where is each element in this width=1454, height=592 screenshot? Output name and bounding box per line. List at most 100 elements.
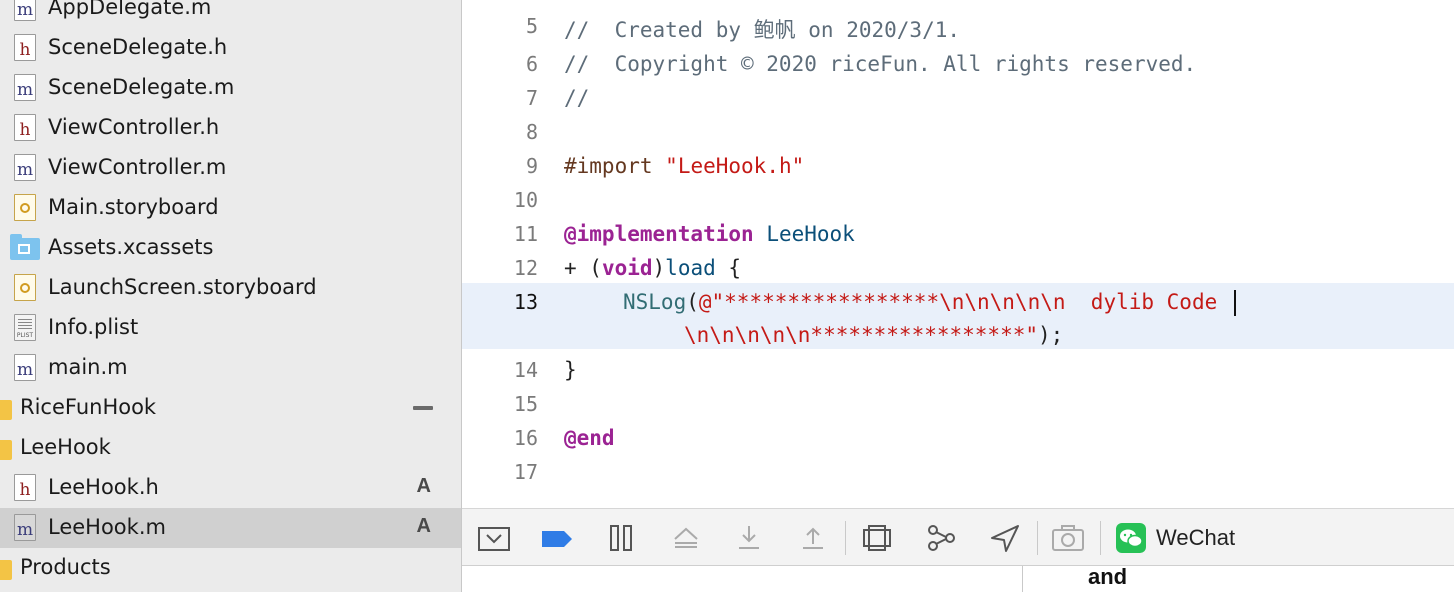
code-line[interactable]: 16 @end <box>462 419 1454 453</box>
nav-item-label: SceneDelegate.m <box>48 75 235 99</box>
code-nslog-wrapped: \n\n\n\n\n*****************"); <box>684 323 1063 347</box>
wechat-app-icon[interactable] <box>1116 523 1146 553</box>
debug-view-hierarchy-button[interactable] <box>860 523 894 553</box>
simulate-location-button[interactable] <box>988 523 1022 553</box>
code-line[interactable]: 11 @implementation LeeHook <box>462 215 1454 249</box>
current-code-line[interactable]: 13 NSLog(@"*****************\n\n\n\n\n d… <box>462 283 1454 349</box>
source-control-added-badge: A <box>416 515 431 537</box>
nav-item-leehook-h[interactable]: h LeeHook.h A <box>0 468 461 508</box>
console-text: and <box>1088 564 1128 589</box>
location-arrow-icon <box>991 525 1019 552</box>
code-line[interactable]: 5 // Created by 鲍帆 on 2020/3/1. <box>462 7 1454 42</box>
objc-m-file-icon: m <box>14 74 36 101</box>
step-over-button[interactable] <box>669 523 703 553</box>
nav-group-products[interactable]: Products <box>0 548 461 588</box>
nav-item-label: main.m <box>48 355 128 379</box>
code-method-signature: + (void)load { <box>564 256 741 280</box>
debug-bar: WeChat <box>462 508 1454 566</box>
code-line[interactable]: 14 } <box>462 351 1454 385</box>
objc-h-file-icon: h <box>14 114 36 141</box>
step-out-button[interactable] <box>796 523 830 553</box>
group-folder-icon <box>0 560 12 580</box>
objc-h-file-icon: h <box>14 474 36 501</box>
code-line[interactable]: 7 // <box>462 79 1454 113</box>
code-line[interactable]: 9 #import "LeeHook.h" <box>462 147 1454 181</box>
code-line[interactable]: 8 <box>462 113 1454 147</box>
string-literal: \n\n\n\n\n*****************" <box>684 323 1039 347</box>
paren: ) <box>652 256 666 280</box>
source-control-added-badge: A <box>416 475 431 497</box>
nav-item-label: ViewController.h <box>48 115 220 139</box>
nav-item-scenedelegate-m[interactable]: m SceneDelegate.m <box>0 68 461 108</box>
nav-item-label: LeeHook.h <box>48 475 159 499</box>
code-line[interactable]: 17 <box>462 453 1454 487</box>
nav-item-assets[interactable]: Assets.xcassets <box>0 228 461 268</box>
line-number: 6 <box>525 52 538 76</box>
environment-overrides-button[interactable] <box>1051 523 1085 553</box>
nav-item-label: LeeHook <box>20 435 111 459</box>
code-implementation: @implementation LeeHook <box>564 222 855 246</box>
code-comment: // <box>564 86 590 110</box>
line-number: 17 <box>513 460 538 484</box>
step-into-button[interactable] <box>732 523 766 553</box>
console-split-divider[interactable] <box>1022 566 1023 592</box>
nav-item-label: ViewController.m <box>48 155 227 179</box>
line-number: 15 <box>513 392 538 416</box>
line-number: 14 <box>513 358 538 382</box>
code-line[interactable]: 6 // Copyright © 2020 riceFun. All right… <box>462 45 1454 79</box>
line-number: 10 <box>513 188 538 212</box>
line-number: 11 <box>513 222 538 246</box>
objc-m-file-icon: m <box>14 514 36 541</box>
nav-item-label: LaunchScreen.storyboard <box>48 275 317 299</box>
line-number: 16 <box>513 426 538 450</box>
storyboard-file-icon <box>14 274 36 301</box>
nav-item-label: Products <box>20 555 111 579</box>
source-editor[interactable]: 5 // Created by 鲍帆 on 2020/3/1. 6 // Cop… <box>462 0 1454 508</box>
objc-m-file-icon: m <box>14 154 36 181</box>
hide-debug-area-icon <box>478 527 510 551</box>
brace: } <box>564 358 577 382</box>
objc-h-file-icon: h <box>14 34 36 61</box>
toolbar-separator <box>1100 521 1101 555</box>
nav-item-launchscreen-storyboard[interactable]: LaunchScreen.storyboard <box>0 268 461 308</box>
camera-icon <box>1052 525 1084 551</box>
memory-graph-button[interactable] <box>924 523 958 553</box>
nav-item-main-storyboard[interactable]: Main.storyboard <box>0 188 461 228</box>
wechat-bubbles-icon <box>1120 529 1143 548</box>
process-name-label[interactable]: WeChat <box>1156 525 1235 551</box>
nav-item-viewcontroller-m[interactable]: m ViewController.m <box>0 148 461 188</box>
code-line[interactable]: 12 + (void)load { <box>462 249 1454 283</box>
group-folder-icon <box>0 440 12 460</box>
plist-file-icon: PLIST <box>14 314 36 341</box>
breakpoint-icon <box>542 531 572 547</box>
nav-item-appdelegate-m[interactable]: m AppDelegate.m <box>0 0 461 28</box>
nav-group-ricefunhook[interactable]: RiceFunHook <box>0 388 461 428</box>
nav-item-leehook-m[interactable]: m LeeHook.m A <box>0 508 461 548</box>
step-over-icon <box>674 527 698 548</box>
line-number: 9 <box>525 154 538 178</box>
code-nslog: NSLog(@"*****************\n\n\n\n\n dyli… <box>623 290 1236 316</box>
group-folder-icon <box>0 400 12 420</box>
step-out-icon <box>803 527 823 549</box>
hide-debug-area-button[interactable] <box>477 523 511 553</box>
toolbar-separator <box>845 521 846 555</box>
code-line[interactable]: 10 <box>462 181 1454 215</box>
nav-item-info-plist[interactable]: PLIST Info.plist <box>0 308 461 348</box>
code-line[interactable]: 15 <box>462 385 1454 419</box>
nav-item-label: Assets.xcassets <box>48 235 214 259</box>
string-literal: @"*****************\n\n\n\n\n dylib Code <box>698 290 1230 314</box>
nav-item-label: Main.storyboard <box>48 195 219 219</box>
project-navigator: m AppDelegate.m h SceneDelegate.h m Scen… <box>0 0 462 592</box>
code-comment: // Copyright © 2020 riceFun. All rights … <box>564 52 1197 76</box>
pause-button[interactable] <box>605 523 639 553</box>
nav-item-scenedelegate-h[interactable]: h SceneDelegate.h <box>0 28 461 68</box>
breakpoints-toggle-button[interactable] <box>540 523 574 553</box>
nav-group-leehook[interactable]: LeeHook <box>0 428 461 468</box>
nav-item-viewcontroller-h[interactable]: h ViewController.h <box>0 108 461 148</box>
method-prefix: + ( <box>564 256 602 280</box>
line-number: 5 <box>525 14 538 38</box>
nav-item-main-m[interactable]: m main.m <box>0 348 461 388</box>
asset-catalog-folder-icon <box>10 234 40 260</box>
debug-console-area: and <box>462 564 1454 592</box>
memory-graph-icon <box>928 525 955 551</box>
